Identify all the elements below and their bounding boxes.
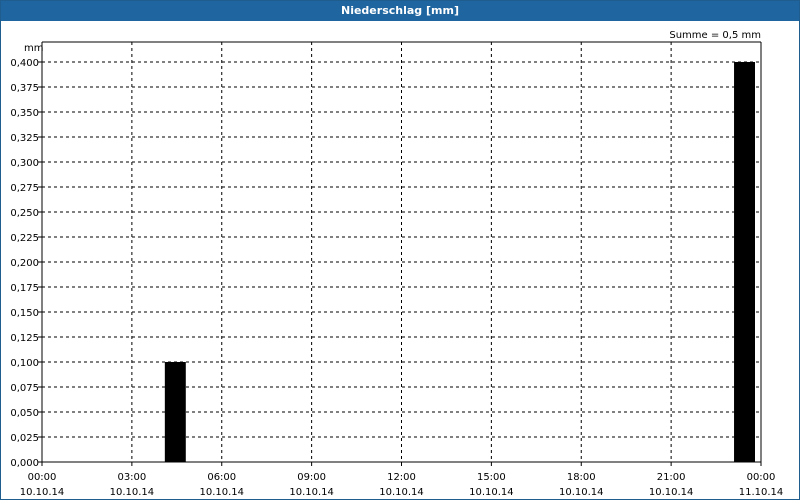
x-tick-time-label: 00:00 [747, 472, 776, 483]
y-tick-label: 0,000 [10, 458, 39, 469]
x-tick-date-label: 10.10.14 [559, 487, 604, 498]
x-tick-date-label: 10.10.14 [469, 487, 514, 498]
x-tick-date-label: 10.10.14 [379, 487, 424, 498]
y-tick-label: 0,300 [10, 158, 39, 169]
y-tick-label: 0,100 [10, 358, 39, 369]
x-tick-time-label: 09:00 [297, 472, 326, 483]
y-tick-label: 0,175 [10, 283, 39, 294]
y-tick-label: 0,325 [10, 133, 39, 144]
y-tick-label: 0,025 [10, 433, 39, 444]
x-tick-date-label: 10.10.14 [110, 487, 155, 498]
precipitation-bar [164, 362, 186, 462]
y-tick-label: 0,050 [10, 408, 39, 419]
x-tick-date-label: 10.10.14 [649, 487, 694, 498]
x-tick-time-label: 15:00 [477, 472, 506, 483]
x-tick-time-label: 00:00 [28, 472, 57, 483]
x-tick-date-label: 10.10.14 [20, 487, 65, 498]
precipitation-chart: 0,000 0,025 0,050 0,075 0,100 0,125 0,150 0,175… [10, 30, 784, 498]
y-tick-label: 0,375 [10, 83, 39, 94]
x-tick-time-label: 06:00 [207, 472, 236, 483]
y-tick-label: 0,125 [10, 333, 39, 344]
y-tick-label: 0,075 [10, 383, 39, 394]
x-tick-time-label: 12:00 [387, 472, 416, 483]
precipitation-bar [734, 62, 755, 462]
sum-annotation: Summe = 0,5 mm [669, 30, 761, 41]
x-tick-date-label: 11.10.14 [739, 487, 784, 498]
y-tick-label: 0,400 [10, 58, 39, 69]
y-tick-label: 0,200 [10, 258, 39, 269]
x-tick-date-label: 10.10.14 [199, 487, 244, 498]
y-tick-label: 0,150 [10, 308, 39, 319]
x-tick-time-label: 18:00 [567, 472, 596, 483]
y-tick-label: 0,250 [10, 208, 39, 219]
y-axis-unit-label: mm [24, 43, 43, 54]
x-tick-date-label: 10.10.14 [289, 487, 334, 498]
x-tick-time-label: 21:00 [657, 472, 686, 483]
y-tick-label: 0,350 [10, 108, 39, 119]
y-tick-label: 0,225 [10, 233, 39, 244]
x-tick-time-label: 03:00 [117, 472, 146, 483]
y-tick-label: 0,275 [10, 183, 39, 194]
chart-window: Niederschlag [mm] 0,000 0,025 0,050 0,075 0,… [0, 0, 800, 500]
